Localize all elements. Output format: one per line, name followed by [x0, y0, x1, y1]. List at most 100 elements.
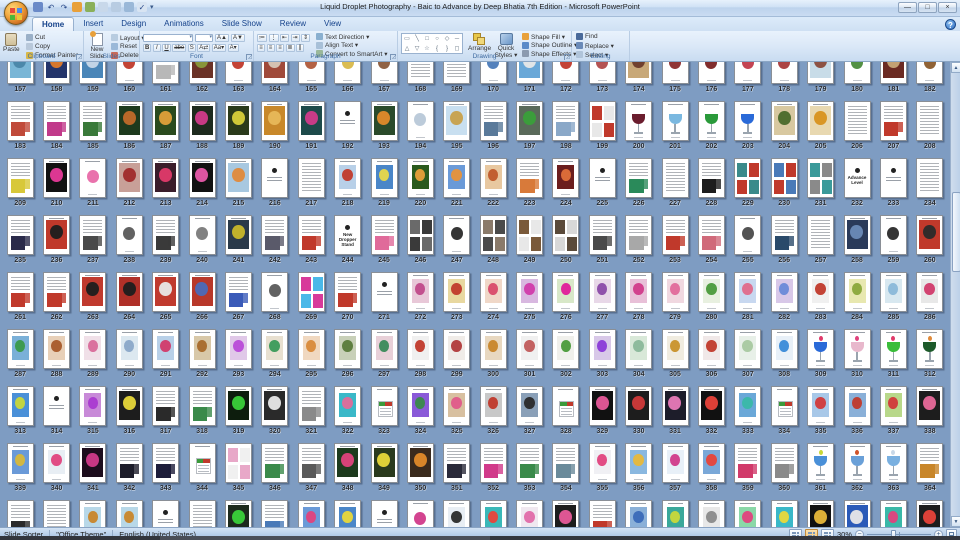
font-style-button-i[interactable]: I: [153, 44, 161, 52]
slide-thumbnail[interactable]: [443, 215, 470, 255]
scroll-down-arrow[interactable]: ▼: [951, 516, 960, 527]
align-left-button[interactable]: ≡: [257, 44, 265, 52]
slide-thumbnail[interactable]: [698, 62, 725, 84]
slide-thumbnail[interactable]: [298, 443, 325, 483]
slide-thumbnail[interactable]: [589, 329, 616, 369]
slide-thumbnail[interactable]: [371, 215, 398, 255]
slide-thumbnail[interactable]: [844, 101, 871, 141]
slide-thumbnail[interactable]: [225, 386, 252, 426]
slide-thumbnail[interactable]: [698, 500, 725, 527]
shape-glyph[interactable]: ◇: [442, 34, 452, 44]
slide-thumbnail[interactable]: [189, 215, 216, 255]
slide-thumbnail[interactable]: [552, 101, 579, 141]
slide-thumbnail[interactable]: [43, 272, 70, 312]
slide-thumbnail[interactable]: [552, 500, 579, 527]
slide-thumbnail[interactable]: [189, 101, 216, 141]
slide-thumbnail[interactable]: [334, 386, 361, 426]
slide-thumbnail[interactable]: [516, 62, 543, 84]
slide-thumbnail[interactable]: [807, 62, 834, 84]
slide-thumbnail[interactable]: [734, 500, 761, 527]
slide-thumbnail[interactable]: [771, 443, 798, 483]
slide-thumbnail[interactable]: [916, 443, 943, 483]
slide-thumbnail[interactable]: [189, 443, 216, 483]
numbering-button[interactable]: ⋮: [269, 34, 279, 42]
slide-thumbnail[interactable]: [43, 329, 70, 369]
slide-thumbnail[interactable]: [880, 329, 907, 369]
slide-thumbnail[interactable]: [771, 158, 798, 198]
slide-thumbnail[interactable]: [480, 386, 507, 426]
slide-thumbnail[interactable]: [625, 329, 652, 369]
slide-thumbnail[interactable]: [516, 272, 543, 312]
slide-thumbnail[interactable]: [589, 158, 616, 198]
slide-thumbnail[interactable]: [698, 158, 725, 198]
slide-thumbnail[interactable]: New Dropper Stand: [334, 215, 361, 255]
slide-thumbnail[interactable]: [79, 158, 106, 198]
slide-thumbnail[interactable]: [698, 386, 725, 426]
slide-thumbnail[interactable]: [916, 62, 943, 84]
slide-show-icon[interactable]: [98, 2, 108, 12]
slide-thumbnail[interactable]: [261, 101, 288, 141]
slide-thumbnail[interactable]: [480, 62, 507, 84]
slide-thumbnail[interactable]: [880, 500, 907, 527]
slide-thumbnail[interactable]: [334, 443, 361, 483]
slide-thumbnail[interactable]: [261, 443, 288, 483]
slide-thumbnail[interactable]: [880, 272, 907, 312]
slide-thumbnail[interactable]: [43, 62, 70, 84]
slide-thumbnail[interactable]: [225, 272, 252, 312]
font-style-button-aa[interactable]: Aa▾: [212, 44, 226, 52]
slide-thumbnail[interactable]: [334, 272, 361, 312]
slide-thumbnail[interactable]: [189, 272, 216, 312]
drawing-dialog-launcher[interactable]: ◿: [564, 54, 570, 60]
tab-insert[interactable]: Insert: [74, 17, 112, 31]
slide-thumbnail[interactable]: [807, 329, 834, 369]
font-style-button-s[interactable]: S: [188, 44, 196, 52]
slide-thumbnail[interactable]: [625, 215, 652, 255]
slide-thumbnail[interactable]: [480, 500, 507, 527]
shape-glyph[interactable]: ▭: [402, 34, 412, 44]
slide-thumbnail[interactable]: [116, 329, 143, 369]
slide-thumbnail[interactable]: [79, 272, 106, 312]
slide-thumbnail[interactable]: [880, 386, 907, 426]
slide-thumbnail[interactable]: [7, 272, 34, 312]
scroll-up-arrow[interactable]: ▲: [951, 62, 960, 73]
slide-thumbnail[interactable]: [116, 158, 143, 198]
slide-thumbnail[interactable]: [443, 101, 470, 141]
slide-thumbnail[interactable]: [698, 215, 725, 255]
slide-thumbnail[interactable]: [734, 215, 761, 255]
slide-thumbnail[interactable]: [189, 158, 216, 198]
slide-thumbnail[interactable]: [7, 329, 34, 369]
slide-thumbnail[interactable]: [189, 62, 216, 84]
slide-thumbnail[interactable]: Advance Level: [844, 158, 871, 198]
slide-thumbnail[interactable]: [407, 158, 434, 198]
slide-thumbnail[interactable]: [625, 158, 652, 198]
tab-slide-show[interactable]: Slide Show: [213, 17, 271, 31]
slide-thumbnail[interactable]: [516, 101, 543, 141]
font-style-button-a[interactable]: A▾: [228, 44, 239, 52]
slide-thumbnail[interactable]: [662, 386, 689, 426]
slide-thumbnail[interactable]: [552, 443, 579, 483]
slide-thumbnail[interactable]: [43, 386, 70, 426]
slide-thumbnail[interactable]: [298, 272, 325, 312]
tab-home[interactable]: Home: [32, 17, 74, 31]
slide-thumbnail[interactable]: [625, 272, 652, 312]
shape-glyph[interactable]: □: [422, 34, 432, 44]
slide-thumbnail[interactable]: [261, 272, 288, 312]
slide-thumbnail[interactable]: [662, 329, 689, 369]
slide-thumbnail[interactable]: [880, 158, 907, 198]
photo-album-icon[interactable]: [72, 2, 82, 12]
slide-thumbnail[interactable]: [844, 386, 871, 426]
slide-thumbnail[interactable]: [807, 101, 834, 141]
slide-thumbnail[interactable]: [225, 215, 252, 255]
slide-thumbnail[interactable]: [807, 386, 834, 426]
font-style-button-a[interactable]: A⇄: [197, 44, 210, 52]
slide-thumbnail[interactable]: [443, 329, 470, 369]
slide-thumbnail[interactable]: [152, 386, 179, 426]
slide-thumbnail[interactable]: [225, 500, 252, 527]
redo-icon[interactable]: ↷: [59, 2, 69, 12]
slide-thumbnail[interactable]: [443, 62, 470, 84]
slide-thumbnail[interactable]: [116, 101, 143, 141]
tab-review[interactable]: Review: [271, 17, 315, 31]
slide-thumbnail[interactable]: [516, 158, 543, 198]
font-dialog-launcher[interactable]: ◿: [246, 54, 252, 60]
slide-thumbnail[interactable]: [371, 158, 398, 198]
